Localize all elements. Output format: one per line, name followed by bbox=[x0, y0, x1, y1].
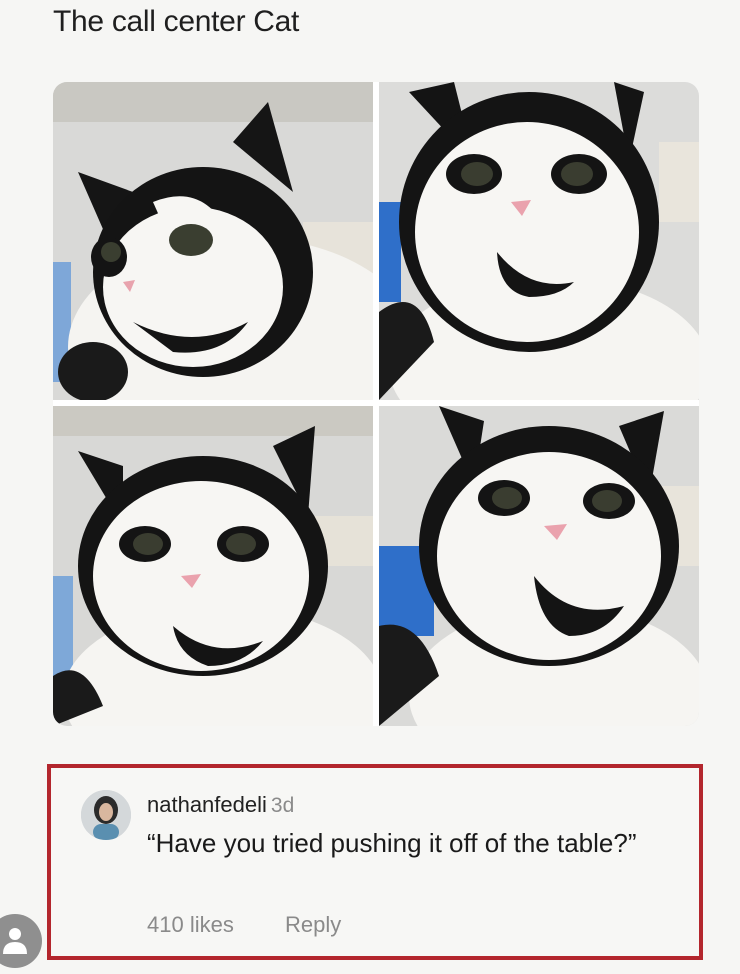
comment-highlight-box: nathanfedeli 3d “Have you tried pushing i… bbox=[47, 764, 703, 960]
profile-button[interactable] bbox=[0, 914, 42, 968]
cat-photo-top-left[interactable] bbox=[53, 82, 373, 400]
post-title: The call center Cat bbox=[53, 5, 300, 38]
comment-username[interactable]: nathanfedeli 3d bbox=[147, 792, 294, 818]
photo-grid bbox=[53, 82, 699, 726]
username-text[interactable]: nathanfedeli bbox=[147, 792, 267, 817]
comment-text: “Have you tried pushing it off of the ta… bbox=[147, 828, 637, 858]
comment-timestamp: 3d bbox=[270, 794, 295, 817]
cat-photo-top-right[interactable] bbox=[379, 82, 699, 400]
cat-photo-bottom-right[interactable] bbox=[379, 406, 699, 726]
person-icon bbox=[3, 928, 27, 954]
comment-likes-count[interactable]: 410 likes bbox=[147, 912, 234, 938]
reply-button[interactable]: Reply bbox=[285, 912, 341, 938]
user-avatar-icon[interactable] bbox=[81, 790, 131, 840]
cat-photo-bottom-left[interactable] bbox=[53, 406, 373, 726]
